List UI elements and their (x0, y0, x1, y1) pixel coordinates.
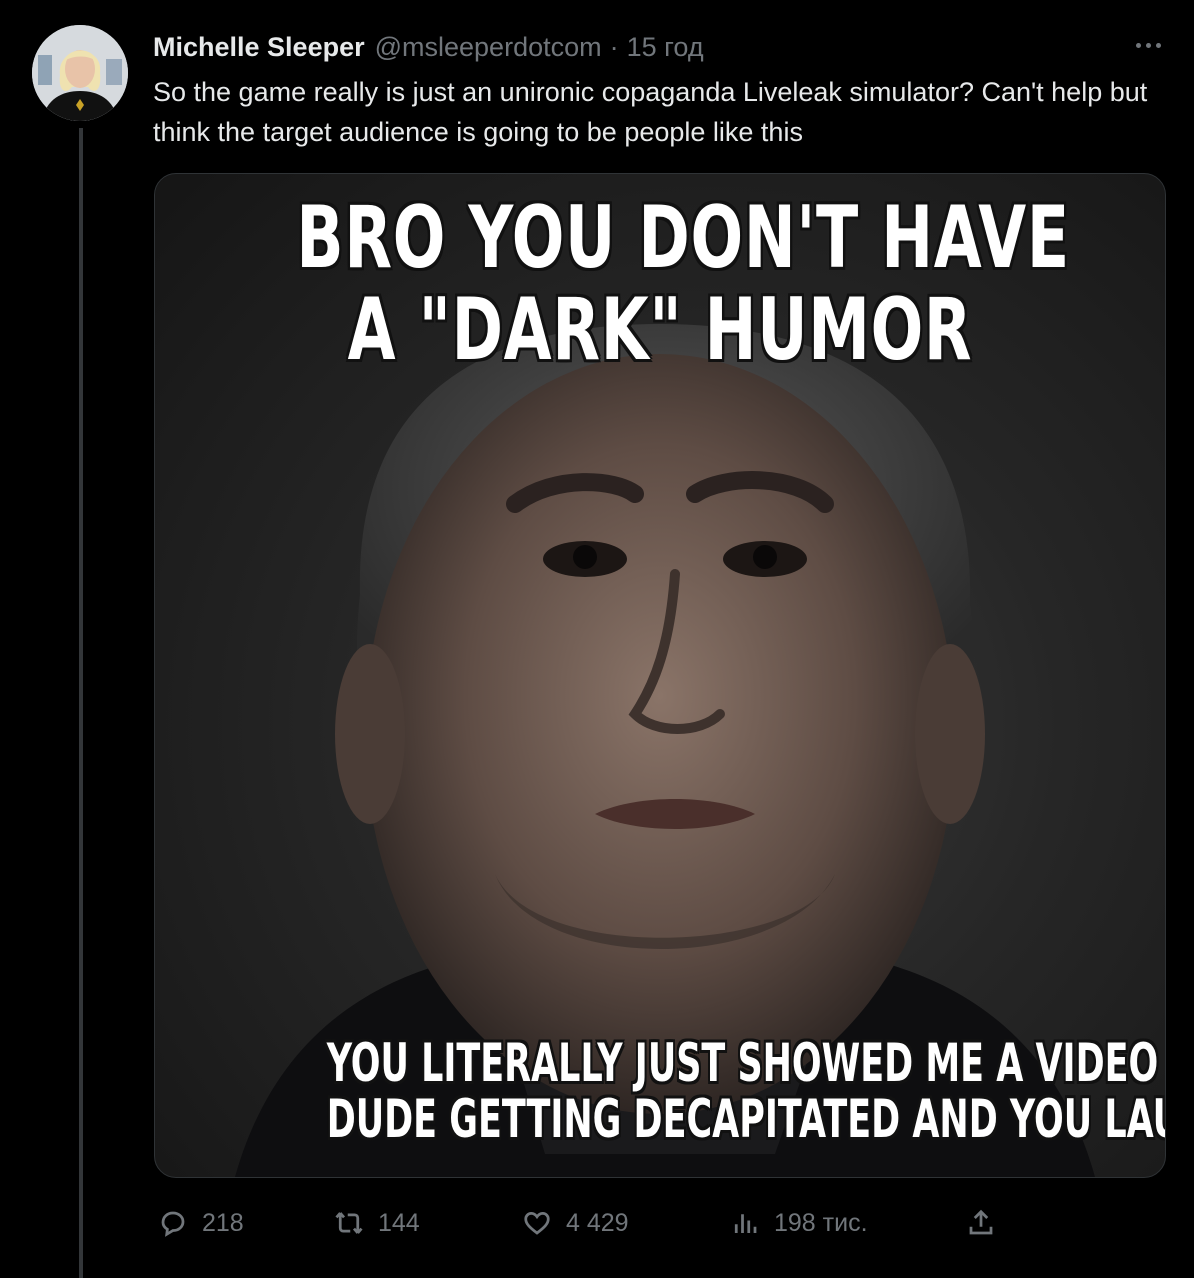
reply-icon (161, 1211, 185, 1237)
views-chart-icon (734, 1214, 757, 1233)
tweet-header: Michelle Sleeper @msleeperdotcom · 15 го… (153, 30, 704, 64)
meme-top-caption-line-1: BRO YOU DON'T HAVE (296, 188, 1070, 288)
thread-line (79, 128, 83, 1278)
views-button[interactable]: 198 тис. (730, 1200, 868, 1246)
meme-bottom-caption-line-2: DUDE GETTING DECAPITATED AND YOU LAUGHED (326, 1089, 1165, 1150)
meme-top-caption: BRO YOU DON'T HAVE A "DARK" HUMOR (296, 188, 1070, 380)
view-count: 198 тис. (774, 1208, 868, 1237)
tweet-text: So the game really is just an unironic c… (153, 77, 1148, 147)
meme-bottom-caption-line-1: YOU LITERALLY JUST SHOWED ME A VIDEO OF … (326, 1033, 1165, 1094)
display-name[interactable]: Michelle Sleeper (153, 32, 365, 63)
like-count: 4 429 (566, 1208, 629, 1237)
heart-icon (524, 1211, 550, 1235)
avatar[interactable] (32, 25, 128, 121)
share-icon (969, 1209, 993, 1235)
tweet-time[interactable]: 15 год (627, 32, 704, 63)
user-handle[interactable]: @msleeperdotcom (375, 32, 602, 63)
retweet-button[interactable]: 144 (334, 1200, 420, 1246)
avatar-photo (32, 25, 128, 121)
retweet-icon (335, 1212, 363, 1234)
reply-count: 218 (202, 1208, 244, 1237)
tweet-media-image[interactable]: BRO YOU DON'T HAVE A "DARK" HUMOR YOU LI… (154, 173, 1166, 1178)
separator-dot: · (609, 31, 619, 62)
meme-bottom-caption: YOU LITERALLY JUST SHOWED ME A VIDEO OF … (326, 1033, 1165, 1150)
tweet-actions-bar: 218 144 4 429 198 тис. (0, 1200, 1194, 1246)
share-button[interactable] (966, 1200, 1010, 1246)
more-horizontal-icon[interactable] (1128, 30, 1168, 60)
meme-top-caption-line-2: A "DARK" HUMOR (347, 280, 973, 380)
like-button[interactable]: 4 429 (522, 1200, 629, 1246)
reply-button[interactable]: 218 (158, 1200, 244, 1246)
retweet-count: 144 (378, 1208, 420, 1237)
